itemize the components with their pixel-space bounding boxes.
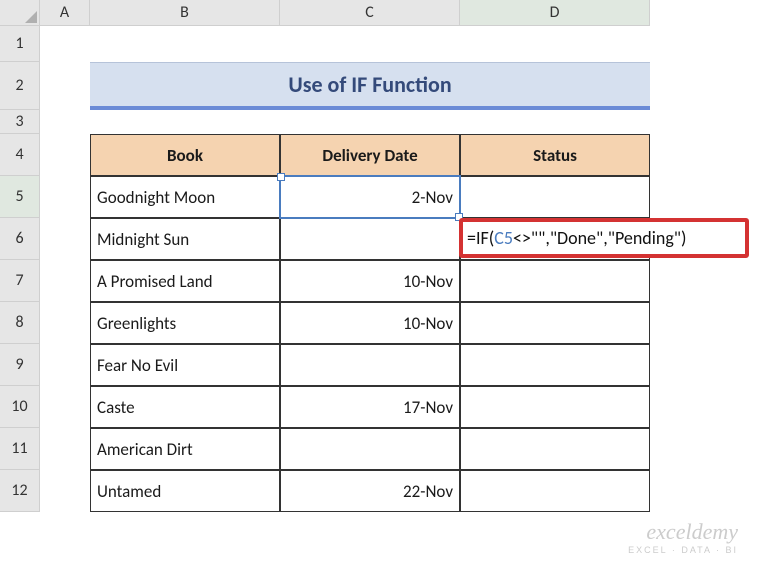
cell-a9[interactable] (40, 344, 90, 386)
col-header-b[interactable]: B (90, 0, 280, 26)
row-header-8[interactable]: 8 (0, 302, 40, 344)
cell-b11[interactable]: American Dirt (90, 428, 280, 470)
row-header-6[interactable]: 6 (0, 218, 40, 260)
row-header-3[interactable]: 3 (0, 110, 40, 134)
cell-d8[interactable] (460, 302, 650, 344)
cell-c3[interactable] (280, 110, 460, 134)
cell-c6[interactable] (280, 218, 460, 260)
cell-d12[interactable] (460, 470, 650, 512)
cell-c10[interactable]: 17-Nov (280, 386, 460, 428)
formula-prefix: =IF( (467, 227, 494, 249)
row-header-10[interactable]: 10 (0, 386, 40, 428)
cell-a2[interactable] (40, 62, 90, 110)
formula-edit-overlay[interactable]: =IF(C5<>"","Done","Pending") (459, 218, 749, 258)
cell-c12[interactable]: 22-Nov (280, 470, 460, 512)
cell-a7[interactable] (40, 260, 90, 302)
title-cell[interactable]: Use of IF Function (90, 62, 650, 110)
cell-b3[interactable] (90, 110, 280, 134)
row-header-4[interactable]: 4 (0, 134, 40, 176)
cell-c5[interactable]: 2-Nov (280, 176, 460, 218)
cell-d11[interactable] (460, 428, 650, 470)
cell-a10[interactable] (40, 386, 90, 428)
cell-b9[interactable]: Fear No Evil (90, 344, 280, 386)
watermark-brand: exceldemy (628, 519, 738, 545)
row-header-5[interactable]: 5 (0, 176, 40, 218)
row-header-9[interactable]: 9 (0, 344, 40, 386)
cell-a4[interactable] (40, 134, 90, 176)
watermark: exceldemy EXCEL · DATA · BI (628, 519, 738, 555)
row-header-1[interactable]: 1 (0, 26, 40, 62)
row-header-12[interactable]: 12 (0, 470, 40, 512)
cell-b10[interactable]: Caste (90, 386, 280, 428)
cell-c8[interactable]: 10-Nov (280, 302, 460, 344)
formula-ref: C5 (494, 227, 513, 249)
row-header-7[interactable]: 7 (0, 260, 40, 302)
cell-c11[interactable] (280, 428, 460, 470)
col-header-c[interactable]: C (280, 0, 460, 26)
cell-d1[interactable] (460, 26, 650, 62)
cell-b1[interactable] (90, 26, 280, 62)
cell-a3[interactable] (40, 110, 90, 134)
row-header-2[interactable]: 2 (0, 62, 40, 110)
watermark-tagline: EXCEL · DATA · BI (628, 545, 738, 555)
cell-d5[interactable] (460, 176, 650, 218)
cell-c1[interactable] (280, 26, 460, 62)
cell-b5[interactable]: Goodnight Moon (90, 176, 280, 218)
cell-a6[interactable] (40, 218, 90, 260)
col-header-a[interactable]: A (40, 0, 90, 26)
header-status[interactable]: Status (460, 134, 650, 176)
cell-a5[interactable] (40, 176, 90, 218)
cell-b8[interactable]: Greenlights (90, 302, 280, 344)
select-all-corner[interactable] (0, 0, 40, 26)
cell-b7[interactable]: A Promised Land (90, 260, 280, 302)
cell-a11[interactable] (40, 428, 90, 470)
header-book[interactable]: Book (90, 134, 280, 176)
cell-d7[interactable] (460, 260, 650, 302)
cell-a12[interactable] (40, 470, 90, 512)
cell-d3[interactable] (460, 110, 650, 134)
cell-b12[interactable]: Untamed (90, 470, 280, 512)
col-header-d[interactable]: D (460, 0, 650, 26)
cell-c9[interactable] (280, 344, 460, 386)
cell-d9[interactable] (460, 344, 650, 386)
formula-suffix: <>"","Done","Pending") (513, 227, 687, 249)
cell-b6[interactable]: Midnight Sun (90, 218, 280, 260)
cell-c7[interactable]: 10-Nov (280, 260, 460, 302)
cell-a8[interactable] (40, 302, 90, 344)
header-delivery[interactable]: Delivery Date (280, 134, 460, 176)
cell-a1[interactable] (40, 26, 90, 62)
cell-d10[interactable] (460, 386, 650, 428)
row-header-11[interactable]: 11 (0, 428, 40, 470)
